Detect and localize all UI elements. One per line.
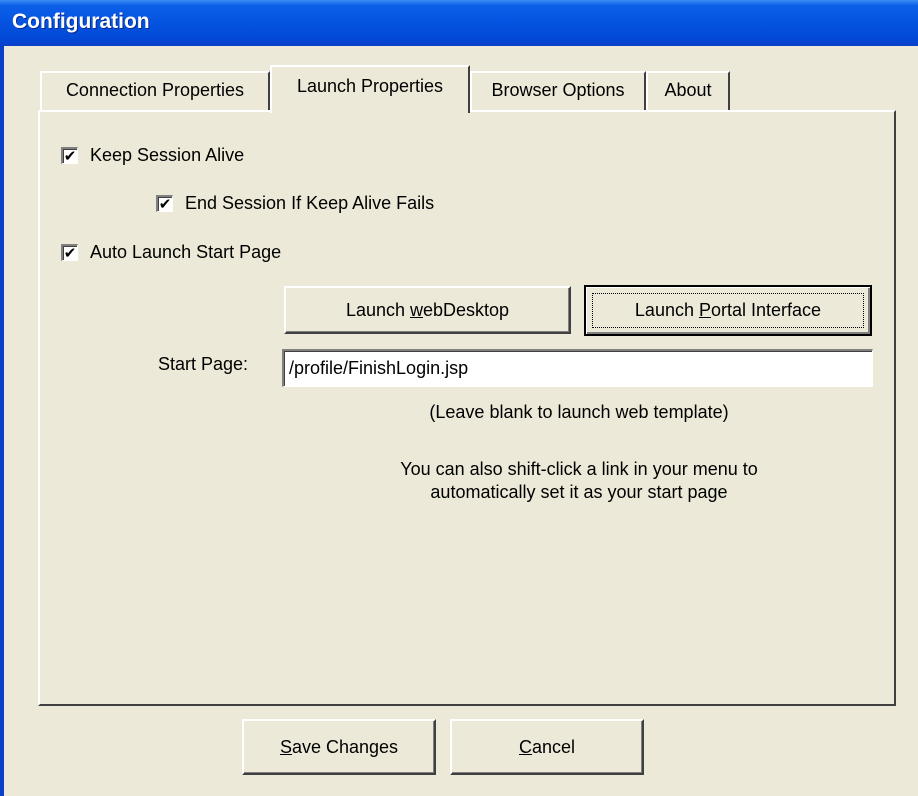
button-label: Save Changes [279,737,399,757]
auto-launch-label: Auto Launch Start Page [90,242,282,262]
start-page-input[interactable] [282,349,873,387]
tab-label: About [664,80,712,100]
end-session-option[interactable]: ✔ End Session If Keep Alive Fails [156,193,434,214]
button-label: Cancel [518,737,576,757]
tab-label: Launch Properties [296,76,444,96]
tab-label: Connection Properties [65,80,245,100]
auto-launch-checkbox[interactable]: ✔ [61,244,78,261]
cancel-button[interactable]: Cancel [450,719,644,775]
tab-label: Browser Options [491,80,625,100]
end-session-checkbox[interactable]: ✔ [156,195,173,212]
keep-session-alive-label: Keep Session Alive [90,145,245,165]
tab-about[interactable]: About [646,71,730,111]
window-title: Configuration [12,10,150,33]
launch-webdesktop-button[interactable]: Launch webDesktop [284,286,571,334]
keep-session-alive-option[interactable]: ✔ Keep Session Alive [61,145,244,166]
button-label: Launch Portal Interface [634,300,822,320]
button-label: Launch webDesktop [345,300,510,320]
end-session-label: End Session If Keep Alive Fails [185,193,435,213]
tab-connection-properties[interactable]: Connection Properties [40,71,270,111]
configuration-window: Configuration Connection Properties Laun… [0,0,918,796]
launch-portal-interface-button[interactable]: Launch Portal Interface [584,285,872,336]
title-bar[interactable]: Configuration [0,0,918,46]
save-changes-button[interactable]: Save Changes [242,719,436,775]
keep-session-alive-checkbox[interactable]: ✔ [61,147,78,164]
auto-launch-option[interactable]: ✔ Auto Launch Start Page [61,242,281,263]
tab-launch-properties[interactable]: Launch Properties [270,65,470,113]
tab-browser-options[interactable]: Browser Options [470,71,646,111]
